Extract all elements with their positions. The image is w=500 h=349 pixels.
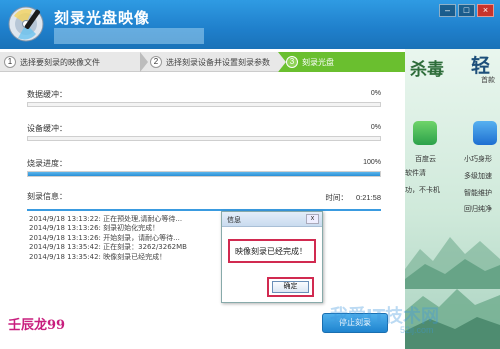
time-label: 时间： [325, 193, 348, 202]
burn-progress-bar-fill [28, 172, 380, 176]
ad-text: 百度云 [415, 156, 436, 163]
device-buffer-percent: 0% [370, 124, 381, 131]
step-2-number: 2 [150, 56, 162, 68]
device-buffer-bar [27, 136, 381, 141]
device-buffer-label: 设备缓冲： [27, 124, 67, 133]
info-dialog: 信息 x 映像刻录已经完成！ 确定 [221, 211, 323, 303]
ad-text: 智能维护 [464, 190, 492, 197]
mountain-illustration [405, 237, 500, 289]
step-1-number: 1 [4, 56, 16, 68]
minimize-button[interactable]: – [439, 4, 456, 17]
maximize-button[interactable]: □ [458, 4, 475, 17]
dialog-close-button[interactable]: x [306, 214, 319, 224]
ok-button-highlight: 确定 [267, 277, 314, 297]
burn-log[interactable]: 2014/9/18 13:13:22: 正在预处理,请耐心等待... 2014/… [27, 209, 381, 314]
dialog-message-highlight: 映像刻录已经完成！ [228, 239, 316, 263]
time-value: 0:21:58 [355, 193, 381, 202]
ad-text: 多级加速 [464, 173, 492, 180]
log-line: 2014/9/18 13:35:42: 正在刻录：3262/3262MB [29, 243, 187, 252]
brand-signature: 壬辰龙99 [8, 318, 66, 333]
ad-title-antivirus: 杀毒 [410, 60, 444, 80]
log-line: 2014/9/18 13:13:26: 开始刻录，请耐心等待... [29, 233, 180, 242]
ad-title-light: 轻 [471, 55, 491, 77]
step-3-number: 3 [286, 56, 298, 68]
step-2: 2 选择刻录设备并设置刻录参数 [150, 52, 275, 72]
step-3: 3 刻录光盘 [278, 52, 405, 72]
step-separator [278, 52, 286, 72]
burn-progress-percent: 100% [363, 159, 381, 166]
burn-info-label: 刻录信息： [27, 192, 67, 201]
burn-progress-label: 烧录进度： [27, 159, 67, 168]
dialog-title: 信息 [227, 217, 241, 224]
step-1-label: 选择要刻录的映像文件 [20, 57, 100, 67]
step-3-label: 刻录光盘 [302, 57, 334, 67]
step-bar: 1 选择要刻录的映像文件 2 选择刻录设备并设置刻录参数 3 刻录光盘 [0, 52, 405, 72]
disc-burn-icon [8, 6, 44, 42]
ad-text: 软件清 [405, 170, 426, 177]
shield-icon [413, 121, 437, 145]
data-buffer-bar [27, 102, 381, 107]
elapsed-time: 时间： 0:21:58 [325, 192, 381, 203]
data-buffer-percent: 0% [370, 90, 381, 97]
close-button[interactable]: × [477, 4, 494, 17]
log-line: 2014/9/18 13:13:26: 刻录初始化完成！ [29, 224, 160, 233]
title-subtitle-bar [54, 28, 204, 44]
log-line: 2014/9/18 13:35:42: 映像刻录已经完成！ [29, 252, 167, 261]
step-1: 1 选择要刻录的映像文件 [4, 52, 144, 72]
ad-text: 回归纯净 [464, 206, 492, 213]
app-title: 刻录光盘映像 [54, 10, 151, 27]
step-2-label: 选择刻录设备并设置刻录参数 [166, 57, 270, 67]
app-icon [473, 121, 497, 145]
ad-subtitle: 首款 [481, 77, 495, 84]
data-buffer-label: 数据缓冲： [27, 90, 67, 99]
ad-text: 功，不卡机 [405, 187, 440, 194]
burn-progress-bar [27, 171, 381, 177]
dialog-message: 映像刻录已经完成！ [235, 247, 307, 256]
dialog-title-bar: 信息 x [222, 212, 322, 227]
log-line: 2014/9/18 13:13:22: 正在预处理,请耐心等待... [29, 215, 183, 223]
ad-text: 小巧身形 [464, 156, 492, 163]
title-bar: 刻录光盘映像 – □ × [0, 0, 500, 49]
step-separator [140, 52, 148, 72]
site-watermark-url: 52ij.com [400, 325, 434, 335]
ok-button[interactable]: 确定 [272, 281, 309, 293]
